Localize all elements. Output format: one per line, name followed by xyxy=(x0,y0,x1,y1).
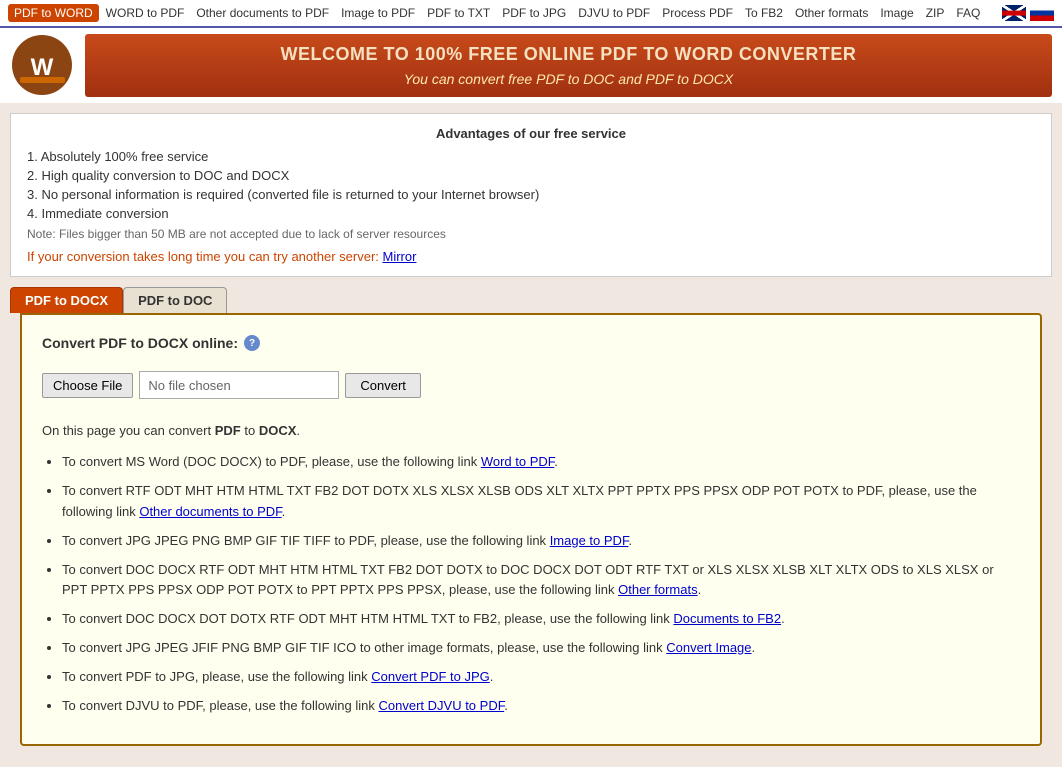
to-format: DOCX xyxy=(259,423,297,438)
help-icon[interactable]: ? xyxy=(244,335,260,351)
advantages-box: Advantages of our free service 1. Absolu… xyxy=(10,113,1052,277)
advantage-item-1: 1. Absolutely 100% free service xyxy=(27,149,1035,164)
header-title: WELCOME TO 100% FREE ONLINE PDF TO WORD … xyxy=(95,44,1042,65)
list-item-other-formats: To convert DOC DOCX RTF ODT MHT HTM HTML… xyxy=(62,560,1020,602)
mirror-link-text: If your conversion takes long time you c… xyxy=(27,249,1035,264)
file-name-display: No file chosen xyxy=(139,371,339,399)
list-item-docs-to-fb2: To convert DOC DOCX DOT DOTX RTF ODT MHT… xyxy=(62,609,1020,630)
file-input-area: Choose File No file chosen Convert xyxy=(42,371,1020,399)
nav-pdf-to-jpg[interactable]: PDF to JPG xyxy=(497,4,571,22)
flag-uk-icon[interactable] xyxy=(1002,5,1026,21)
link-other-formats[interactable]: Other formats xyxy=(618,582,697,597)
choose-file-button[interactable]: Choose File xyxy=(42,373,133,398)
tabs-row: PDF to DOCX PDF to DOC xyxy=(10,287,1052,313)
nav-pdf-to-word[interactable]: PDF to WORD xyxy=(8,4,99,22)
advantage-item-3: 3. No personal information is required (… xyxy=(27,187,1035,202)
header-banner: WELCOME TO 100% FREE ONLINE PDF TO WORD … xyxy=(85,34,1052,97)
nav-image[interactable]: Image xyxy=(875,4,918,22)
navigation-bar: PDF to WORD WORD to PDF Other documents … xyxy=(0,0,1062,28)
description: On this page you can convert PDF to DOCX… xyxy=(42,419,1020,716)
link-convert-image[interactable]: Convert Image xyxy=(666,640,751,655)
main-panel: Convert PDF to DOCX online: ? Choose Fil… xyxy=(20,313,1042,746)
link-djvu-to-pdf[interactable]: Convert DJVU to PDF xyxy=(379,698,505,713)
advantage-item-2: 2. High quality conversion to DOC and DO… xyxy=(27,168,1035,183)
size-note: Note: Files bigger than 50 MB are not ac… xyxy=(27,227,1035,241)
advantage-item-4: 4. Immediate conversion xyxy=(27,206,1035,221)
nav-image-to-pdf[interactable]: Image to PDF xyxy=(336,4,420,22)
tab-pdf-to-doc[interactable]: PDF to DOC xyxy=(123,287,227,313)
tab-pdf-to-docx[interactable]: PDF to DOCX xyxy=(10,287,123,313)
header-subtitle: You can convert free PDF to DOC and PDF … xyxy=(95,71,1042,87)
advantages-heading: Advantages of our free service xyxy=(27,126,1035,141)
link-docs-to-fb2[interactable]: Documents to FB2 xyxy=(673,611,781,626)
nav-word-to-pdf[interactable]: WORD to PDF xyxy=(101,4,190,22)
nav-pdf-to-txt[interactable]: PDF to TXT xyxy=(422,4,495,22)
logo: W xyxy=(10,33,75,98)
conversion-links-list: To convert MS Word (DOC DOCX) to PDF, pl… xyxy=(42,452,1020,716)
list-item-image-to-pdf: To convert JPG JPEG PNG BMP GIF TIF TIFF… xyxy=(62,531,1020,552)
list-item-pdf-to-jpg: To convert PDF to JPG, please, use the f… xyxy=(62,667,1020,688)
list-item-djvu-to-pdf: To convert DJVU to PDF, please, use the … xyxy=(62,696,1020,717)
tabs-container: PDF to DOCX PDF to DOC Convert PDF to DO… xyxy=(10,287,1052,746)
advantages-list: 1. Absolutely 100% free service 2. High … xyxy=(27,149,1035,221)
description-intro: On this page you can convert PDF to DOCX… xyxy=(42,419,1020,442)
link-word-to-pdf[interactable]: Word to PDF xyxy=(481,454,554,469)
svg-text:W: W xyxy=(31,54,54,81)
list-item-word-to-pdf: To convert MS Word (DOC DOCX) to PDF, pl… xyxy=(62,452,1020,473)
nav-to-fb2[interactable]: To FB2 xyxy=(740,4,788,22)
convert-button[interactable]: Convert xyxy=(345,373,421,398)
mirror-link[interactable]: Mirror xyxy=(383,249,417,264)
link-image-to-pdf[interactable]: Image to PDF xyxy=(550,533,629,548)
flag-ru-icon[interactable] xyxy=(1030,5,1054,21)
header: W WELCOME TO 100% FREE ONLINE PDF TO WOR… xyxy=(0,28,1062,103)
nav-faq[interactable]: FAQ xyxy=(951,4,985,22)
nav-djvu-to-pdf[interactable]: DJVU to PDF xyxy=(573,4,655,22)
convert-label: Convert PDF to DOCX online: ? xyxy=(42,335,1020,351)
from-format: PDF xyxy=(215,423,241,438)
nav-zip[interactable]: ZIP xyxy=(921,4,950,22)
nav-other-docs-to-pdf[interactable]: Other documents to PDF xyxy=(191,4,334,22)
list-item-other-docs: To convert RTF ODT MHT HTM HTML TXT FB2 … xyxy=(62,481,1020,523)
language-flags xyxy=(1002,5,1054,21)
link-pdf-to-jpg[interactable]: Convert PDF to JPG xyxy=(371,669,489,684)
nav-process-pdf[interactable]: Process PDF xyxy=(657,4,738,22)
list-item-convert-image: To convert JPG JPEG JFIF PNG BMP GIF TIF… xyxy=(62,638,1020,659)
nav-other-formats[interactable]: Other formats xyxy=(790,4,873,22)
link-other-docs[interactable]: Other documents to PDF xyxy=(139,504,281,519)
